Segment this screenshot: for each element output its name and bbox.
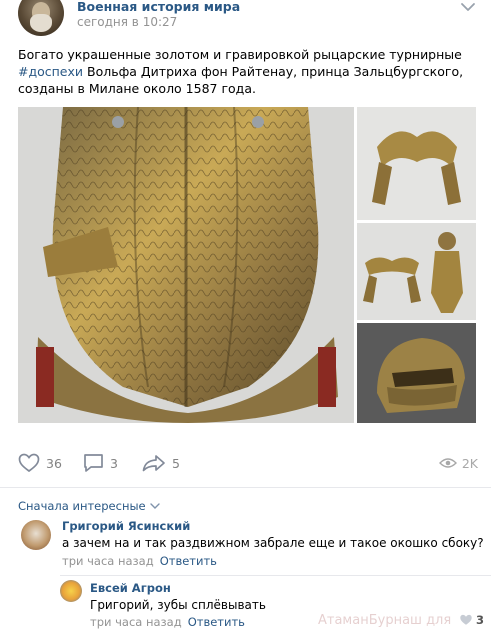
like-count: 36 xyxy=(46,455,62,471)
reply-button[interactable]: Ответить xyxy=(188,615,245,629)
comment-count: 3 xyxy=(110,455,118,471)
helmet-image xyxy=(357,323,476,423)
breastplate-image xyxy=(18,107,354,423)
comment-button[interactable]: 3 xyxy=(83,450,118,476)
comment-text: а зачем на и так раздвижном забрале еще … xyxy=(62,536,484,550)
avatar[interactable] xyxy=(60,580,82,602)
full-armor-image xyxy=(357,223,476,320)
post-time[interactable]: сегодня в 10:27 xyxy=(77,15,177,29)
group-avatar[interactable] xyxy=(18,0,64,36)
comment-item: Григорий Ясинский а зачем на и так раздв… xyxy=(0,516,491,572)
reply-like-button[interactable]: 3 xyxy=(459,613,484,627)
photo-full-armor[interactable] xyxy=(357,223,476,320)
post-text: Богато украшенные золотом и гравировкой … xyxy=(18,46,478,97)
comment-author[interactable]: Григорий Ясинский xyxy=(62,519,190,533)
views-count: 2K xyxy=(461,455,478,471)
comment-meta: три часа назад Ответить xyxy=(62,554,217,568)
heart-icon xyxy=(460,614,472,625)
photo-breastplate[interactable] xyxy=(18,107,354,423)
post-text-end: Вольфа Дитриха фон Райтенау, принца Заль… xyxy=(18,64,464,96)
post-actions: 36 3 5 2K xyxy=(18,450,478,476)
pauldrons-image xyxy=(357,107,476,220)
comments-sort-label: Сначала интересные xyxy=(18,499,146,513)
comment-icon xyxy=(84,454,103,472)
share-icon xyxy=(142,455,165,472)
reply-button[interactable]: Ответить xyxy=(160,554,217,568)
like-button[interactable]: 36 xyxy=(18,450,62,476)
chevron-down-icon xyxy=(461,3,475,11)
comment-meta: три часа назад Ответить xyxy=(90,615,245,629)
photo-helmet[interactable] xyxy=(357,323,476,423)
reply-like-count: 3 xyxy=(476,613,485,627)
views-counter: 2K xyxy=(438,450,478,476)
post-menu-button[interactable] xyxy=(459,0,477,14)
comment-time[interactable]: три часа назад xyxy=(90,615,182,629)
avatar[interactable] xyxy=(21,520,51,550)
post-text-start: Богато украшенные золотом и гравировкой … xyxy=(18,47,462,62)
comment-author[interactable]: Евсей Агрон xyxy=(90,581,171,595)
chevron-down-icon xyxy=(149,503,160,509)
watermark-text: АтаманБурнаш для xyxy=(318,613,452,628)
hashtag-link[interactable]: #доспехи xyxy=(18,64,83,79)
comments-divider xyxy=(0,487,491,488)
heart-icon xyxy=(18,453,40,473)
eye-icon xyxy=(438,458,457,468)
comment-text: Григорий, зубы сплёвывать xyxy=(90,598,266,612)
photo-pauldrons[interactable] xyxy=(357,107,476,220)
comments-sort-dropdown[interactable]: Сначала интересные xyxy=(18,499,161,513)
avatar-beard xyxy=(30,14,52,32)
post-header: Военная история мира сегодня в 10:27 xyxy=(0,0,491,40)
group-name-link[interactable]: Военная история мира xyxy=(77,0,240,14)
share-count: 5 xyxy=(172,455,180,471)
share-button[interactable]: 5 xyxy=(142,450,180,476)
comment-time[interactable]: три часа назад xyxy=(62,554,154,568)
